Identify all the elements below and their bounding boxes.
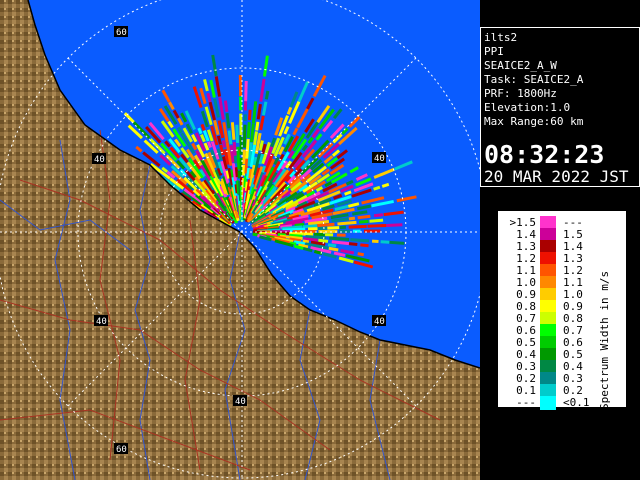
echo-segment	[328, 246, 339, 252]
radar-ppi-view: 60 40 40 40 40 40 60	[0, 0, 480, 480]
echo-segment	[357, 214, 371, 220]
echo-segment	[318, 238, 329, 243]
range-label: 40	[233, 395, 247, 407]
echo-segment	[331, 217, 349, 223]
echo-segment	[252, 156, 258, 166]
echo-segment	[216, 135, 222, 145]
scan-time: 08:32:23	[484, 140, 605, 169]
echo-segment	[327, 226, 340, 230]
legend-lower-value: ---	[516, 396, 536, 409]
echo-segment	[242, 124, 247, 148]
prf-value: PRF: 1800Hz	[484, 87, 557, 100]
echo-segment	[207, 141, 212, 149]
range-label: 40	[372, 152, 386, 164]
echo-segment	[232, 141, 237, 156]
range-label: 60	[114, 443, 128, 455]
echo-segment	[200, 123, 206, 131]
radar-name: ilts2	[484, 31, 518, 44]
range-label: 40	[92, 153, 106, 165]
echo-segment	[329, 236, 350, 241]
echo-segment	[327, 243, 337, 248]
echo-segment	[234, 167, 239, 178]
range-label: 60	[114, 26, 128, 38]
echo-segment	[337, 220, 357, 226]
echo-segment	[357, 252, 365, 257]
echo-segment	[348, 216, 356, 221]
echo-segment	[227, 130, 233, 145]
echo-segment	[244, 158, 249, 174]
echo-segment	[373, 213, 384, 218]
scan-info-panel: ilts2 PPI SEAICE2_A_W Task: SEAICE2_A PR…	[480, 27, 640, 187]
scan-type: PPI	[484, 45, 504, 58]
svg-text:40: 40	[235, 397, 246, 407]
echo-segment	[381, 182, 390, 188]
max-range-value: Max Range:60 km	[484, 115, 584, 128]
echo-segment	[317, 222, 335, 228]
scan-date: 20 MAR 2022 JST	[484, 167, 629, 186]
legend-title: Spectrum Width in m/s	[598, 270, 611, 410]
echo-segment	[389, 240, 405, 245]
svg-text:40: 40	[96, 317, 107, 327]
echo-segment	[373, 185, 381, 191]
range-label: 40	[372, 315, 386, 327]
echo-segment	[225, 112, 231, 129]
echo-segment	[245, 138, 250, 159]
svg-text:40: 40	[374, 317, 385, 327]
legend-upper-value: <0.1	[563, 396, 590, 409]
echo-segment	[348, 224, 367, 229]
svg-text:60: 60	[116, 28, 127, 38]
echo-segment	[369, 218, 384, 223]
echo-segment	[305, 234, 327, 240]
echo-segment	[206, 92, 212, 103]
echo-segment	[221, 140, 227, 148]
echo-segment	[230, 169, 235, 178]
range-label: 40	[94, 315, 108, 327]
echo-segment	[223, 100, 229, 112]
svg-text:40: 40	[374, 154, 385, 164]
echo-segment	[247, 109, 252, 121]
echo-segment	[229, 145, 235, 163]
legend-swatch	[540, 396, 556, 410]
echo-segment	[235, 124, 240, 144]
echo-segment	[350, 238, 370, 243]
echo-segment	[302, 239, 310, 244]
echo-segment	[230, 122, 236, 140]
echo-segment	[367, 223, 387, 228]
echo-segment	[359, 219, 369, 224]
svg-text:60: 60	[116, 445, 127, 455]
echo-segment	[348, 242, 358, 247]
radar-map: 60 40 40 40 40 40 60	[0, 0, 480, 480]
echo-segment	[249, 123, 255, 143]
echo-segment	[246, 122, 251, 139]
echo-segment	[233, 155, 238, 164]
echo-segment	[255, 121, 260, 131]
echo-segment	[360, 243, 369, 248]
elevation-value: Elevation:1.0	[484, 101, 571, 114]
svg-text:40: 40	[94, 155, 105, 165]
echo-segment	[264, 90, 270, 100]
echo-segment	[244, 80, 248, 102]
task-name: Task: SEAICE2_A	[484, 73, 584, 86]
echo-segment	[253, 131, 258, 146]
echo-segment	[302, 224, 318, 229]
scan-name: SEAICE2_A_W	[484, 59, 557, 72]
echo-segment	[386, 223, 403, 227]
echo-segment	[282, 227, 306, 232]
echo-segment	[380, 240, 390, 244]
echo-segment	[294, 222, 305, 228]
echo-segment	[331, 240, 350, 246]
